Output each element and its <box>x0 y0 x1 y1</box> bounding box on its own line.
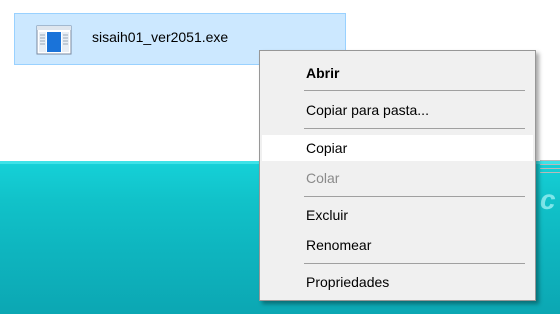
background-logo-fragment: c <box>540 184 556 215</box>
exe-application-icon <box>25 24 83 56</box>
menu-separator <box>304 128 525 129</box>
background-grid-lines <box>540 158 560 176</box>
menu-separator <box>304 263 525 264</box>
file-name-label: sisaih01_ver2051.exe <box>92 29 229 45</box>
menu-separator <box>304 196 525 197</box>
menu-item-propriedades[interactable]: Propriedades <box>262 269 533 295</box>
menu-item-copiar-para-pasta[interactable]: Copiar para pasta... <box>262 97 533 123</box>
menu-item-abrir[interactable]: Abrir <box>262 60 533 86</box>
menu-item-renomear[interactable]: Renomear <box>262 232 533 258</box>
context-menu: Abrir Copiar para pasta... Copiar Colar … <box>259 50 536 301</box>
menu-item-excluir[interactable]: Excluir <box>262 202 533 228</box>
menu-item-copiar[interactable]: Copiar <box>262 135 533 161</box>
menu-separator <box>304 90 525 91</box>
menu-item-colar[interactable]: Colar <box>262 165 533 191</box>
